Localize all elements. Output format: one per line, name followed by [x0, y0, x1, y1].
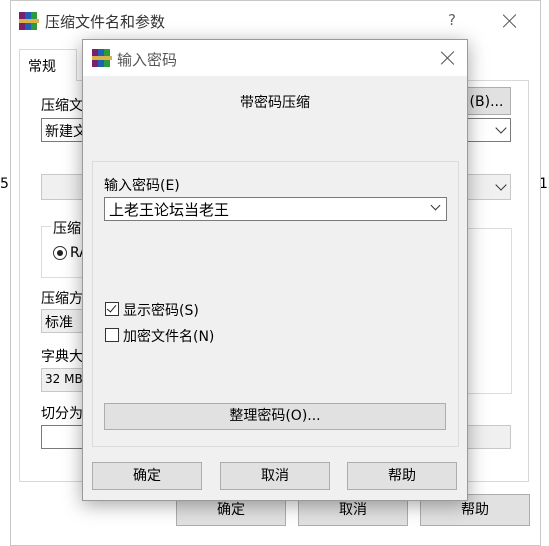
winrar-logo-icon	[19, 12, 39, 30]
chevron-down-icon	[495, 179, 507, 191]
format-group-label: 压缩	[51, 218, 83, 238]
edge-fragment-left: 5	[0, 176, 9, 192]
split-label: 切分为	[41, 406, 83, 422]
archive-name-label: 压缩文	[41, 98, 83, 114]
chevron-down-icon	[495, 122, 507, 134]
dict-label: 字典大	[41, 349, 83, 365]
encrypt-names-checkbox[interactable]	[105, 328, 119, 342]
window-title: 压缩文件名和参数	[45, 13, 166, 31]
password-combobox[interactable]: 上老王论坛当老王	[104, 197, 447, 221]
password-dialog: 输入密码 带密码压缩 输入密码(E) 上老王论坛当老王 显示密码(S) 加密文件…	[82, 39, 468, 501]
dialog-help-button[interactable]: 帮助	[347, 462, 457, 490]
close-icon[interactable]	[503, 14, 517, 28]
show-password-checkbox[interactable]	[105, 302, 119, 316]
show-password-label: 显示密码(S)	[123, 303, 199, 319]
tab-general[interactable]: 常规	[19, 49, 77, 81]
dialog-cancel-button[interactable]: 取消	[220, 462, 330, 490]
encrypt-names-label: 加密文件名(N)	[123, 329, 215, 345]
dialog-heading: 带密码压缩	[240, 95, 310, 111]
options-group	[466, 228, 512, 394]
winrar-logo-icon	[92, 49, 112, 67]
format-radio[interactable]	[53, 246, 67, 260]
chevron-down-icon[interactable]	[430, 200, 441, 211]
dialog-title: 输入密码	[117, 51, 178, 69]
password-label: 输入密码(E)	[104, 178, 180, 194]
password-value: 上老王论坛当老王	[109, 201, 230, 219]
organize-passwords-button[interactable]: 整理密码(O)...	[104, 403, 446, 430]
browse-button[interactable]: (B)...	[462, 87, 511, 115]
method-label: 压缩方	[41, 291, 83, 307]
help-icon[interactable]: ?	[448, 11, 456, 29]
dialog-ok-button[interactable]: 确定	[92, 462, 202, 490]
close-icon[interactable]	[441, 51, 455, 65]
